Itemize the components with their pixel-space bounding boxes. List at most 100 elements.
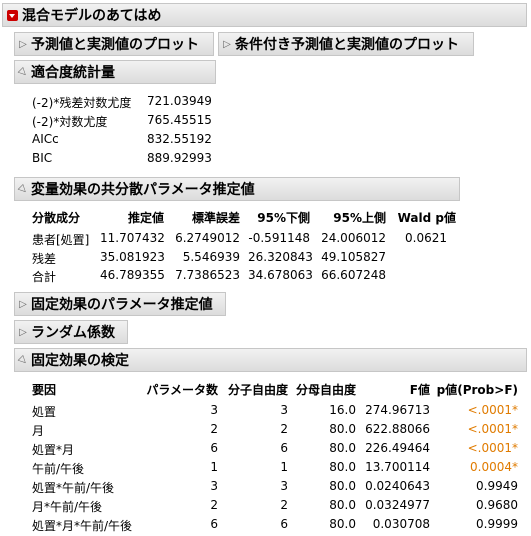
fit-stat-label: (-2)*残差対数尤度 xyxy=(32,96,132,110)
covariance-header[interactable]: ▷ 変量効果の共分散パラメータ推定値 xyxy=(14,177,460,201)
column-header: 分子自由度 xyxy=(227,383,288,397)
cov-cell: 0.0621 xyxy=(405,231,447,245)
disclosure-open-icon: ▷ xyxy=(16,65,30,79)
column-header: 95%下側 xyxy=(257,211,310,225)
column-header: F値 xyxy=(409,383,430,397)
test-cell: 2 xyxy=(280,422,288,436)
cov-cell: 35.081923 xyxy=(100,250,165,264)
test-cell: 6 xyxy=(210,517,218,531)
cov-cell: 66.607248 xyxy=(321,268,386,282)
cov-cell: 49.105827 xyxy=(321,250,386,264)
fit-stats-title: 適合度統計量 xyxy=(31,65,115,81)
test-pvalue: 0.9949 xyxy=(476,479,518,493)
random-coef-title: ランダム係数 xyxy=(31,325,115,341)
main-title-bar[interactable]: 混合モデルのあてはめ xyxy=(2,3,527,27)
red-triangle-menu-icon[interactable] xyxy=(7,9,18,21)
fit-stat-label: BIC xyxy=(32,151,53,165)
test-cell: 月*午前/午後 xyxy=(32,500,103,514)
fit-stat-value: 889.92993 xyxy=(147,151,212,165)
test-pvalue: <.0001* xyxy=(467,403,518,417)
test-cell: 月 xyxy=(32,424,45,438)
cov-cell: 6.2749012 xyxy=(175,231,240,245)
test-cell: 午前/午後 xyxy=(32,462,85,476)
column-header: 95%上側 xyxy=(333,211,386,225)
test-cell: 80.0 xyxy=(329,498,356,512)
cov-cell: -0.591148 xyxy=(248,231,310,245)
test-cell: 80.0 xyxy=(329,517,356,531)
test-cell: 2 xyxy=(210,498,218,512)
test-cell: 処置*月*午前/午後 xyxy=(32,519,133,533)
cov-cell: 患者[処置] xyxy=(32,233,90,247)
fit-stat-label: (-2)*対数尤度 xyxy=(32,115,108,129)
fixed-tests-title: 固定効果の検定 xyxy=(31,353,129,369)
cov-cell: 24.006012 xyxy=(321,231,386,245)
disclosure-closed-icon: ▷ xyxy=(19,298,27,310)
fit-stat-value: 765.45515 xyxy=(147,113,212,127)
column-header: p値(Prob>F) xyxy=(436,383,518,397)
fit-stat-value: 721.03949 xyxy=(147,94,212,108)
cov-cell: 11.707432 xyxy=(100,231,165,245)
cov-cell: 34.678063 xyxy=(248,268,313,282)
test-cell: 1 xyxy=(210,460,218,474)
test-cell: 16.0 xyxy=(329,403,356,417)
test-cell: 274.96713 xyxy=(365,403,430,417)
fixed-params-title: 固定効果のパラメータ推定値 xyxy=(31,297,213,313)
column-header: 分散成分 xyxy=(32,211,81,225)
test-pvalue: <.0001* xyxy=(467,422,518,436)
test-cell: 6 xyxy=(210,441,218,455)
column-header: 分母自由度 xyxy=(295,383,356,397)
fit-stat-label: AICc xyxy=(32,132,59,146)
test-cell: 3 xyxy=(280,403,288,417)
test-cell: 1 xyxy=(280,460,288,474)
test-cell: 13.700114 xyxy=(365,460,430,474)
test-cell: 3 xyxy=(280,479,288,493)
test-cell: 0.0324977 xyxy=(365,498,430,512)
test-cell: 622.88066 xyxy=(365,422,430,436)
test-pvalue: 0.0004* xyxy=(470,460,518,474)
cov-cell: 7.7386523 xyxy=(175,268,240,282)
disclosure-open-icon: ▷ xyxy=(16,182,30,196)
disclosure-closed-icon: ▷ xyxy=(19,326,27,338)
cov-cell: 合計 xyxy=(32,270,57,284)
test-cell: 処置*午前/午後 xyxy=(32,481,115,495)
test-cell: 処置 xyxy=(32,405,57,419)
test-cell: 80.0 xyxy=(329,422,356,436)
column-header: Wald p値 xyxy=(397,211,456,225)
test-cell: 2 xyxy=(210,422,218,436)
disclosure-closed-icon: ▷ xyxy=(223,38,231,50)
test-cell: 処置*月 xyxy=(32,443,75,457)
random-coef-header[interactable]: ▷ ランダム係数 xyxy=(14,320,128,344)
test-cell: 6 xyxy=(280,517,288,531)
fixed-tests-header[interactable]: ▷ 固定効果の検定 xyxy=(14,348,527,372)
pred-plot-button[interactable]: ▷ 予測値と実測値のプロット xyxy=(14,32,214,56)
cov-cell: 46.789355 xyxy=(100,268,165,282)
test-cell: 80.0 xyxy=(329,441,356,455)
test-cell: 80.0 xyxy=(329,460,356,474)
test-cell: 3 xyxy=(210,403,218,417)
test-cell: 226.49464 xyxy=(365,441,430,455)
fit-stat-value: 832.55192 xyxy=(147,132,212,146)
column-header: 推定値 xyxy=(127,211,164,225)
test-cell: 80.0 xyxy=(329,479,356,493)
cond-pred-plot-button[interactable]: ▷ 条件付き予測値と実測値のプロット xyxy=(218,32,474,56)
test-pvalue: 0.9999 xyxy=(476,517,518,531)
disclosure-closed-icon: ▷ xyxy=(19,38,27,50)
cov-cell: 26.320843 xyxy=(248,250,313,264)
column-header: 要因 xyxy=(32,383,57,397)
cov-cell: 残差 xyxy=(32,252,57,266)
column-header: 標準誤差 xyxy=(191,211,240,225)
test-cell: 3 xyxy=(210,479,218,493)
cov-cell: 5.546939 xyxy=(182,250,240,264)
test-cell: 2 xyxy=(280,498,288,512)
test-pvalue: 0.9680 xyxy=(476,498,518,512)
disclosure-open-icon: ▷ xyxy=(16,353,30,367)
pred-plot-label: 予測値と実測値のプロット xyxy=(31,37,199,53)
covariance-title: 変量効果の共分散パラメータ推定値 xyxy=(31,182,255,198)
main-title: 混合モデルのあてはめ xyxy=(22,8,162,24)
fit-stats-header[interactable]: ▷ 適合度統計量 xyxy=(14,60,216,84)
cond-pred-plot-label: 条件付き予測値と実測値のプロット xyxy=(235,37,459,53)
test-cell: 6 xyxy=(280,441,288,455)
test-pvalue: <.0001* xyxy=(467,441,518,455)
column-header: パラメータ数 xyxy=(146,383,218,397)
fixed-params-header[interactable]: ▷ 固定効果のパラメータ推定値 xyxy=(14,292,226,316)
